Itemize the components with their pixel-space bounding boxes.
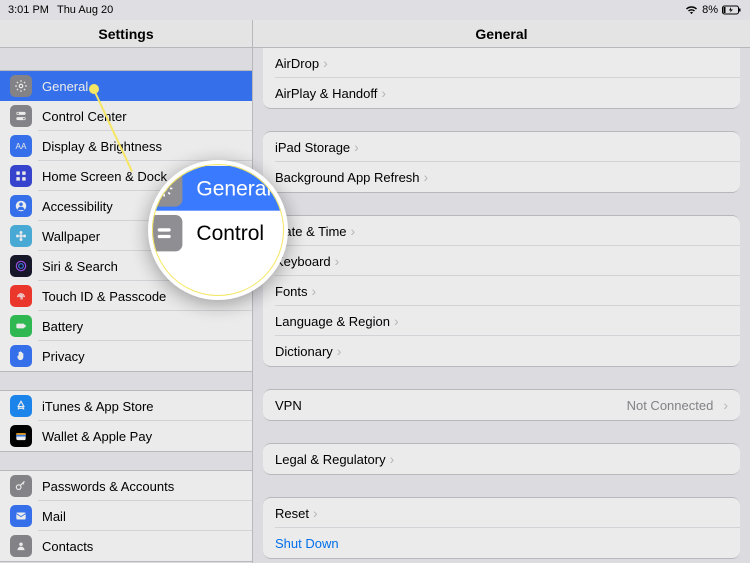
detail-row-language-region[interactable]: Language & Region › <box>263 306 740 336</box>
sidebar-item-wallet-apple-pay[interactable]: Wallet & Apple Pay <box>0 421 252 451</box>
detail-row-label: Language & Region <box>275 314 390 329</box>
siri-icon <box>10 255 32 277</box>
detail-row-label: Shut Down <box>275 536 339 551</box>
detail-row-label: Background App Refresh <box>275 170 420 185</box>
sidebar-item-passwords-accounts[interactable]: Passwords & Accounts <box>0 471 252 501</box>
status-date: Thu Aug 20 <box>57 4 113 16</box>
detail-row-label: Fonts <box>275 284 308 299</box>
status-bar: 3:01 PM Thu Aug 20 8% <box>0 0 750 20</box>
header-row: Settings General <box>0 20 750 48</box>
fingerprint-icon <box>10 285 32 307</box>
battery-charging-icon <box>722 5 742 15</box>
detail-row-dictionary[interactable]: Dictionary › <box>263 336 740 366</box>
sidebar-item-label: Contacts <box>42 539 93 554</box>
chevron-right-icon: › <box>323 55 328 71</box>
status-time: 3:01 PM <box>8 4 49 16</box>
sidebar-item-label: Wallpaper <box>42 229 100 244</box>
sidebar-item-label: Display & Brightness <box>42 139 162 154</box>
chevron-right-icon: › <box>335 253 340 269</box>
gear-icon <box>10 75 32 97</box>
chevron-right-icon: › <box>424 169 429 185</box>
callout-dot <box>89 84 99 94</box>
detail-row-label: Keyboard <box>275 254 331 269</box>
magnifier-general-label: General <box>196 177 271 201</box>
detail-row-value: Not Connected <box>627 398 714 413</box>
detail-row-label: AirPlay & Handoff <box>275 86 377 101</box>
detail-row-legal-regulatory[interactable]: Legal & Regulatory › <box>263 444 740 474</box>
chevron-right-icon: › <box>337 343 342 359</box>
settings-title: Settings <box>0 20 253 47</box>
detail-row-label: iPad Storage <box>275 140 350 155</box>
sidebar-item-label: iTunes & App Store <box>42 399 154 414</box>
sidebar-item-control-center[interactable]: Control Center <box>0 101 252 131</box>
detail-row-airplay-handoff[interactable]: AirPlay & Handoff › <box>263 78 740 108</box>
mail-icon <box>10 505 32 527</box>
detail-panel: AirDrop›AirPlay & Handoff›iPad Storage›B… <box>253 48 750 563</box>
magnifier-control-label: Control <box>196 221 264 245</box>
detail-row-label: Legal & Regulatory <box>275 452 386 467</box>
chevron-right-icon: › <box>351 223 356 239</box>
sidebar-item-itunes-app-store[interactable]: iTunes & App Store <box>0 391 252 421</box>
detail-row-label: Dictionary <box>275 344 333 359</box>
sidebar-item-label: Battery <box>42 319 83 334</box>
person-icon <box>10 195 32 217</box>
flower-icon <box>10 225 32 247</box>
detail-row-label: Reset <box>275 506 309 521</box>
chevron-right-icon: › <box>723 397 728 413</box>
battery-icon <box>10 315 32 337</box>
magnifier-callout: General Control <box>148 160 288 300</box>
gear-icon <box>148 170 182 206</box>
detail-row-ipad-storage[interactable]: iPad Storage › <box>263 132 740 162</box>
chevron-right-icon: › <box>313 505 318 521</box>
chevron-right-icon: › <box>381 85 386 101</box>
sidebar-item-battery[interactable]: Battery <box>0 311 252 341</box>
sidebar-item-label: Passwords & Accounts <box>42 479 174 494</box>
sidebar-item-label: Touch ID & Passcode <box>42 289 166 304</box>
detail-row-background-app-refresh[interactable]: Background App Refresh › <box>263 162 740 192</box>
detail-row-date-time[interactable]: Date & Time› <box>263 216 740 246</box>
detail-row-keyboard[interactable]: Keyboard › <box>263 246 740 276</box>
sidebar-item-label: Siri & Search <box>42 259 118 274</box>
contact-icon <box>10 535 32 557</box>
detail-row-reset[interactable]: Reset › <box>263 498 740 528</box>
detail-row-label: VPN <box>275 398 302 413</box>
sidebar-item-label: Home Screen & Dock <box>42 169 167 184</box>
sun-icon: AA <box>10 135 32 157</box>
hand-icon <box>10 345 32 367</box>
sidebar-item-contacts[interactable]: Contacts <box>0 531 252 561</box>
svg-text:AA: AA <box>16 142 27 151</box>
sidebar-item-label: Mail <box>42 509 66 524</box>
battery-percent: 8% <box>702 4 718 16</box>
chevron-right-icon: › <box>390 451 395 467</box>
detail-row-label: AirDrop <box>275 56 319 71</box>
detail-row-airdrop[interactable]: AirDrop › <box>263 48 740 78</box>
switches-icon <box>10 105 32 127</box>
chevron-right-icon: › <box>312 283 317 299</box>
chevron-right-icon: › <box>354 139 359 155</box>
sidebar: General Control Center AA Display & Brightn… <box>0 48 253 563</box>
sidebar-item-general[interactable]: General <box>0 71 252 101</box>
sidebar-item-privacy[interactable]: Privacy <box>0 341 252 371</box>
sidebar-item-label: Wallet & Apple Pay <box>42 429 152 444</box>
detail-row-vpn[interactable]: VPN Not Connected › <box>263 390 740 420</box>
sidebar-item-label: Accessibility <box>42 199 113 214</box>
wallet-icon <box>10 425 32 447</box>
sidebar-item-mail[interactable]: Mail <box>0 501 252 531</box>
sidebar-item-label: Privacy <box>42 349 85 364</box>
chevron-right-icon: › <box>394 313 399 329</box>
sidebar-item-label: Control Center <box>42 109 127 124</box>
appstore-icon <box>10 395 32 417</box>
key-icon <box>10 475 32 497</box>
detail-row-shut-down[interactable]: Shut Down <box>263 528 740 558</box>
detail-row-fonts[interactable]: Fonts › <box>263 276 740 306</box>
sidebar-item-label: General <box>42 79 88 94</box>
wifi-icon <box>685 5 698 15</box>
grid-icon <box>10 165 32 187</box>
detail-title: General <box>253 20 750 47</box>
switches-icon <box>148 215 182 251</box>
